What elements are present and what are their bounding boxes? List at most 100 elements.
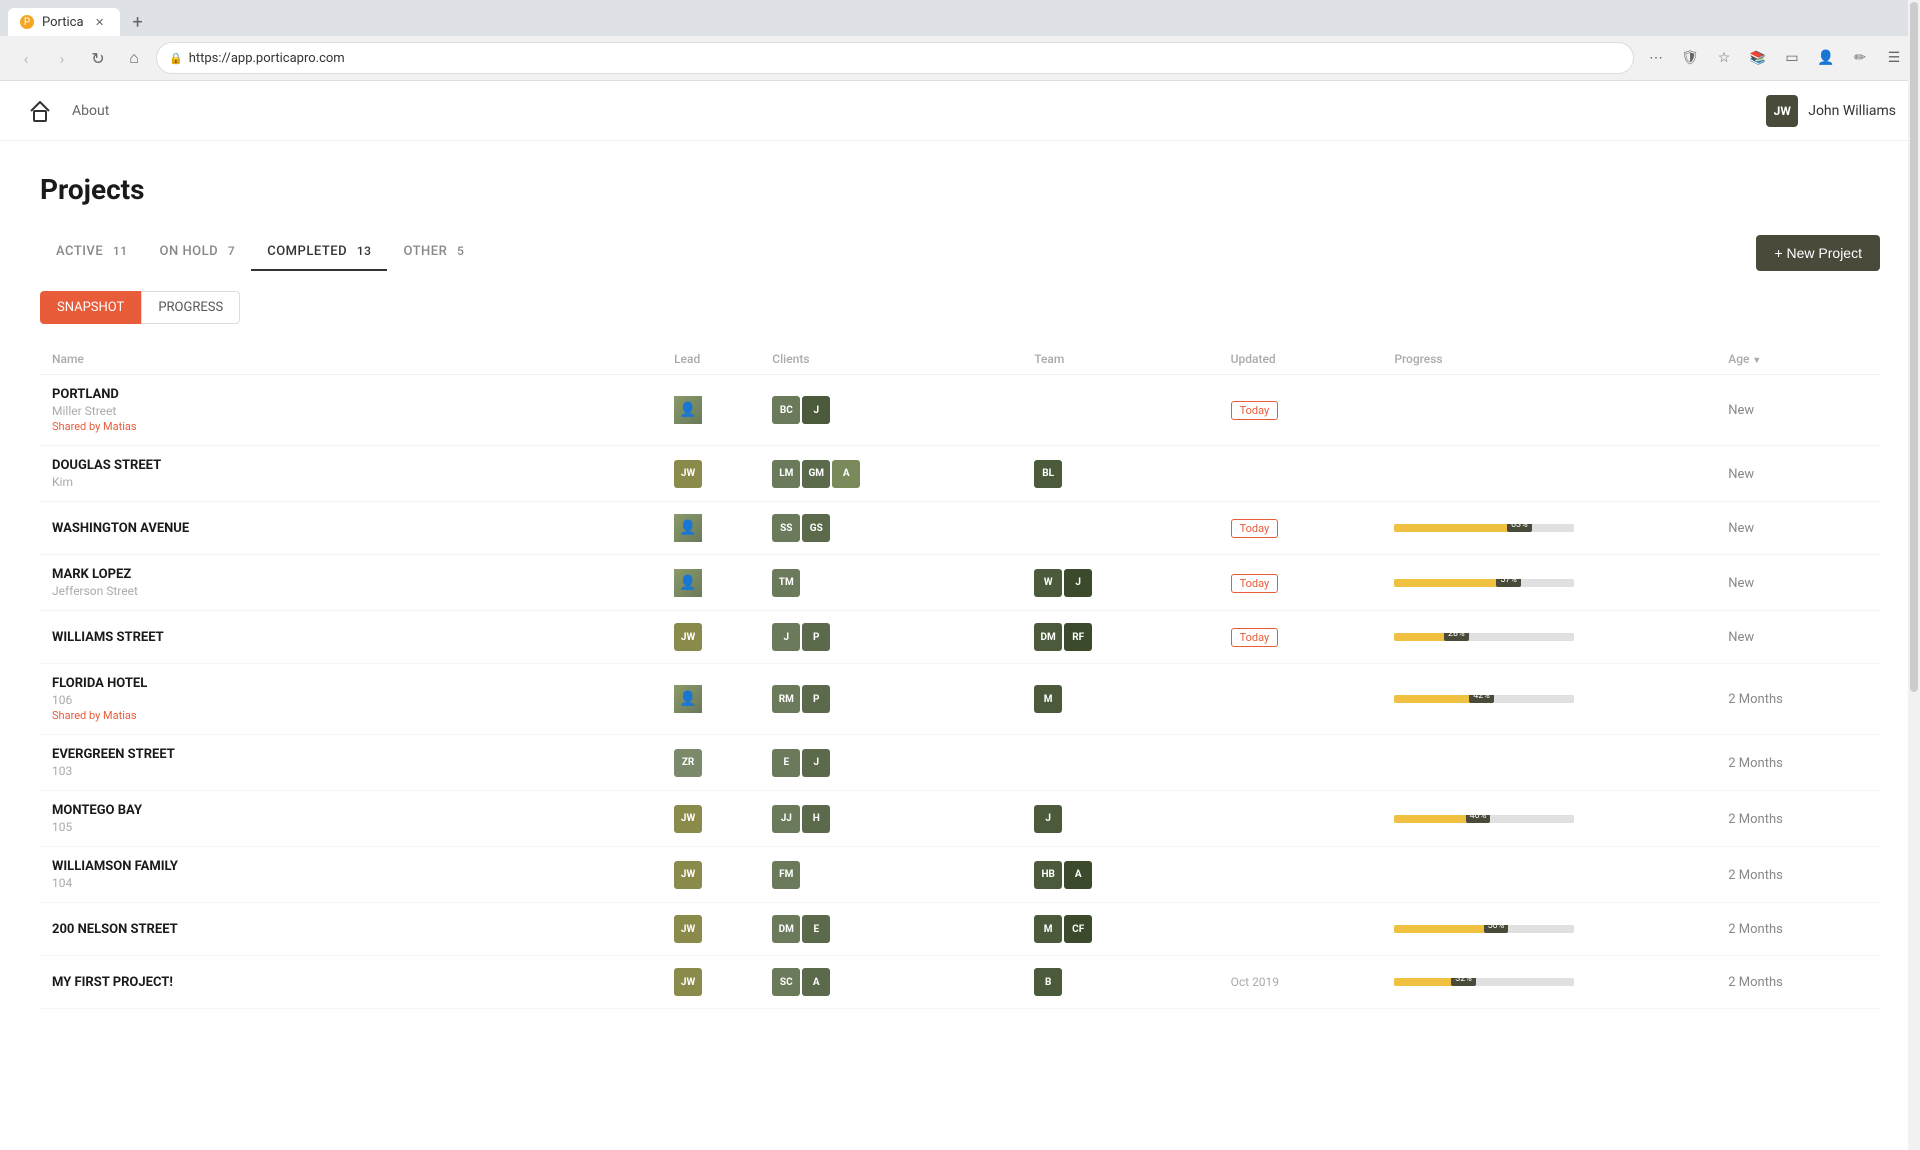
col-header-name[interactable]: Name <box>40 344 662 375</box>
team-cell: HBA <box>1022 847 1218 903</box>
scrollbar[interactable] <box>1908 0 1920 1150</box>
col-header-lead[interactable]: Lead <box>662 344 760 375</box>
project-name: WASHINGTON AVENUE <box>52 521 650 536</box>
progress-bar-container: 28% <box>1394 633 1574 641</box>
snapshot-toggle[interactable]: SNAPSHOT <box>40 291 141 324</box>
avatar: JW <box>674 915 702 943</box>
progress-fill: 50% <box>1394 925 1484 933</box>
tab-favicon: P <box>20 15 34 29</box>
new-tab-button[interactable]: + <box>124 8 152 36</box>
table-row[interactable]: WILLIAMS STREETJWJPDMRFToday28%New <box>40 611 1880 664</box>
avatar: J <box>772 623 800 651</box>
table-row[interactable]: MARK LOPEZJefferson Street👤TMWJToday57%N… <box>40 555 1880 611</box>
today-badge: Today <box>1231 628 1279 647</box>
avatar: B <box>1034 968 1062 996</box>
progress-fill: 40% <box>1394 815 1466 823</box>
col-header-age[interactable]: Age <box>1716 344 1880 375</box>
avatar: CF <box>1064 915 1092 943</box>
project-name-cell: 200 NELSON STREET <box>40 903 662 956</box>
tab-close-button[interactable]: ✕ <box>92 14 108 30</box>
more-icon[interactable]: ⋯ <box>1642 44 1670 72</box>
shield-icon[interactable]: 🛡 <box>1676 44 1704 72</box>
library-icon[interactable]: 📚 <box>1744 44 1772 72</box>
clients-cell: DME <box>760 903 1022 956</box>
team-avatars: WJ <box>1034 569 1206 597</box>
home-icon <box>28 99 52 123</box>
col-header-team[interactable]: Team <box>1022 344 1218 375</box>
back-button[interactable]: ‹ <box>12 44 40 72</box>
progress-bar: 50% <box>1394 925 1574 933</box>
updated-cell: Today <box>1219 555 1383 611</box>
col-header-updated[interactable]: Updated <box>1219 344 1383 375</box>
url-text: https://app.porticapro.com <box>189 51 345 66</box>
lead-cell: 👤 <box>662 375 760 446</box>
address-bar[interactable]: 🔒 https://app.porticapro.com <box>156 42 1634 74</box>
project-name: WILLIAMS STREET <box>52 630 650 645</box>
table-row[interactable]: DOUGLAS STREETKimJWLMGMABLNew <box>40 446 1880 502</box>
age-text: 2 Months <box>1728 692 1783 707</box>
scrollbar-thumb[interactable] <box>1910 2 1918 692</box>
team-avatars: J <box>1034 805 1206 833</box>
user-avatar: JW <box>1766 95 1798 127</box>
avatar: RF <box>1064 623 1092 651</box>
team-cell <box>1022 735 1218 791</box>
table-row[interactable]: WASHINGTON AVENUE👤SSGSToday63%New <box>40 502 1880 555</box>
age-cell: 2 Months <box>1716 664 1880 735</box>
team-avatars: BL <box>1034 460 1206 488</box>
progress-cell <box>1382 375 1716 446</box>
active-tab[interactable]: P Portica ✕ <box>8 8 120 36</box>
tab-completed[interactable]: COMPLETED 13 <box>251 234 387 271</box>
table-row[interactable]: PORTLANDMiller StreetShared by Matias👤BC… <box>40 375 1880 446</box>
table-row[interactable]: MY FIRST PROJECT!JWSCABOct 201932%2 Mont… <box>40 956 1880 1009</box>
about-link[interactable]: About <box>72 103 109 119</box>
forward-button[interactable]: › <box>48 44 76 72</box>
progress-label: 57% <box>1496 579 1521 587</box>
table-row[interactable]: WILLIAMSON FAMILY104JWFMHBA2 Months <box>40 847 1880 903</box>
home-button[interactable]: ⌂ <box>120 44 148 72</box>
tab-active[interactable]: ACTIVE 11 <box>40 234 144 271</box>
project-subtitle: Jefferson Street <box>52 584 650 598</box>
project-name: MY FIRST PROJECT! <box>52 975 650 990</box>
avatar: 👤 <box>674 396 702 424</box>
synced-tabs-icon[interactable]: ▭ <box>1778 44 1806 72</box>
table-row[interactable]: EVERGREEN STREET103ZREJ2 Months <box>40 735 1880 791</box>
age-cell: 2 Months <box>1716 791 1880 847</box>
shared-label: Shared by Matias <box>52 420 650 433</box>
table-row[interactable]: FLORIDA HOTEL106Shared by Matias👤RMPM42%… <box>40 664 1880 735</box>
app-logo[interactable] <box>24 95 56 127</box>
avatar: J <box>802 396 830 424</box>
profile-icon[interactable]: 👤 <box>1812 44 1840 72</box>
client-avatars: JP <box>772 623 1010 651</box>
col-header-clients[interactable]: Clients <box>760 344 1022 375</box>
table-row[interactable]: MONTEGO BAY105JWJJHJ40%2 Months <box>40 791 1880 847</box>
lead-cell: JW <box>662 446 760 502</box>
progress-bar: 40% <box>1394 815 1574 823</box>
clients-cell: TM <box>760 555 1022 611</box>
bookmark-star-icon[interactable]: ☆ <box>1710 44 1738 72</box>
shared-label: Shared by Matias <box>52 709 650 722</box>
progress-cell: 50% <box>1382 903 1716 956</box>
progress-label: 63% <box>1507 524 1532 532</box>
progress-toggle[interactable]: PROGRESS <box>141 291 240 324</box>
progress-cell: 32% <box>1382 956 1716 1009</box>
refresh-button[interactable]: ↻ <box>84 44 112 72</box>
age-cell: 2 Months <box>1716 903 1880 956</box>
tab-other[interactable]: OTHER 5 <box>387 234 480 271</box>
today-badge: Today <box>1231 574 1279 593</box>
new-project-button[interactable]: + New Project <box>1756 235 1880 271</box>
client-avatars: FM <box>772 861 1010 889</box>
table-row[interactable]: 200 NELSON STREETJWDMEMCF50%2 Months <box>40 903 1880 956</box>
avatar: P <box>802 685 830 713</box>
avatar: J <box>802 749 830 777</box>
hamburger-icon[interactable]: ☰ <box>1880 44 1908 72</box>
project-name-cell: WASHINGTON AVENUE <box>40 502 662 555</box>
col-header-progress[interactable]: Progress <box>1382 344 1716 375</box>
progress-label: 32% <box>1451 978 1476 986</box>
avatar: A <box>832 460 860 488</box>
clients-cell: JP <box>760 611 1022 664</box>
tab-on-hold[interactable]: ON HOLD 7 <box>144 234 252 271</box>
progress-fill: 63% <box>1394 524 1507 532</box>
pencil-icon[interactable]: ✏ <box>1846 44 1874 72</box>
clients-cell: SCA <box>760 956 1022 1009</box>
project-name: WILLIAMSON FAMILY <box>52 859 650 874</box>
